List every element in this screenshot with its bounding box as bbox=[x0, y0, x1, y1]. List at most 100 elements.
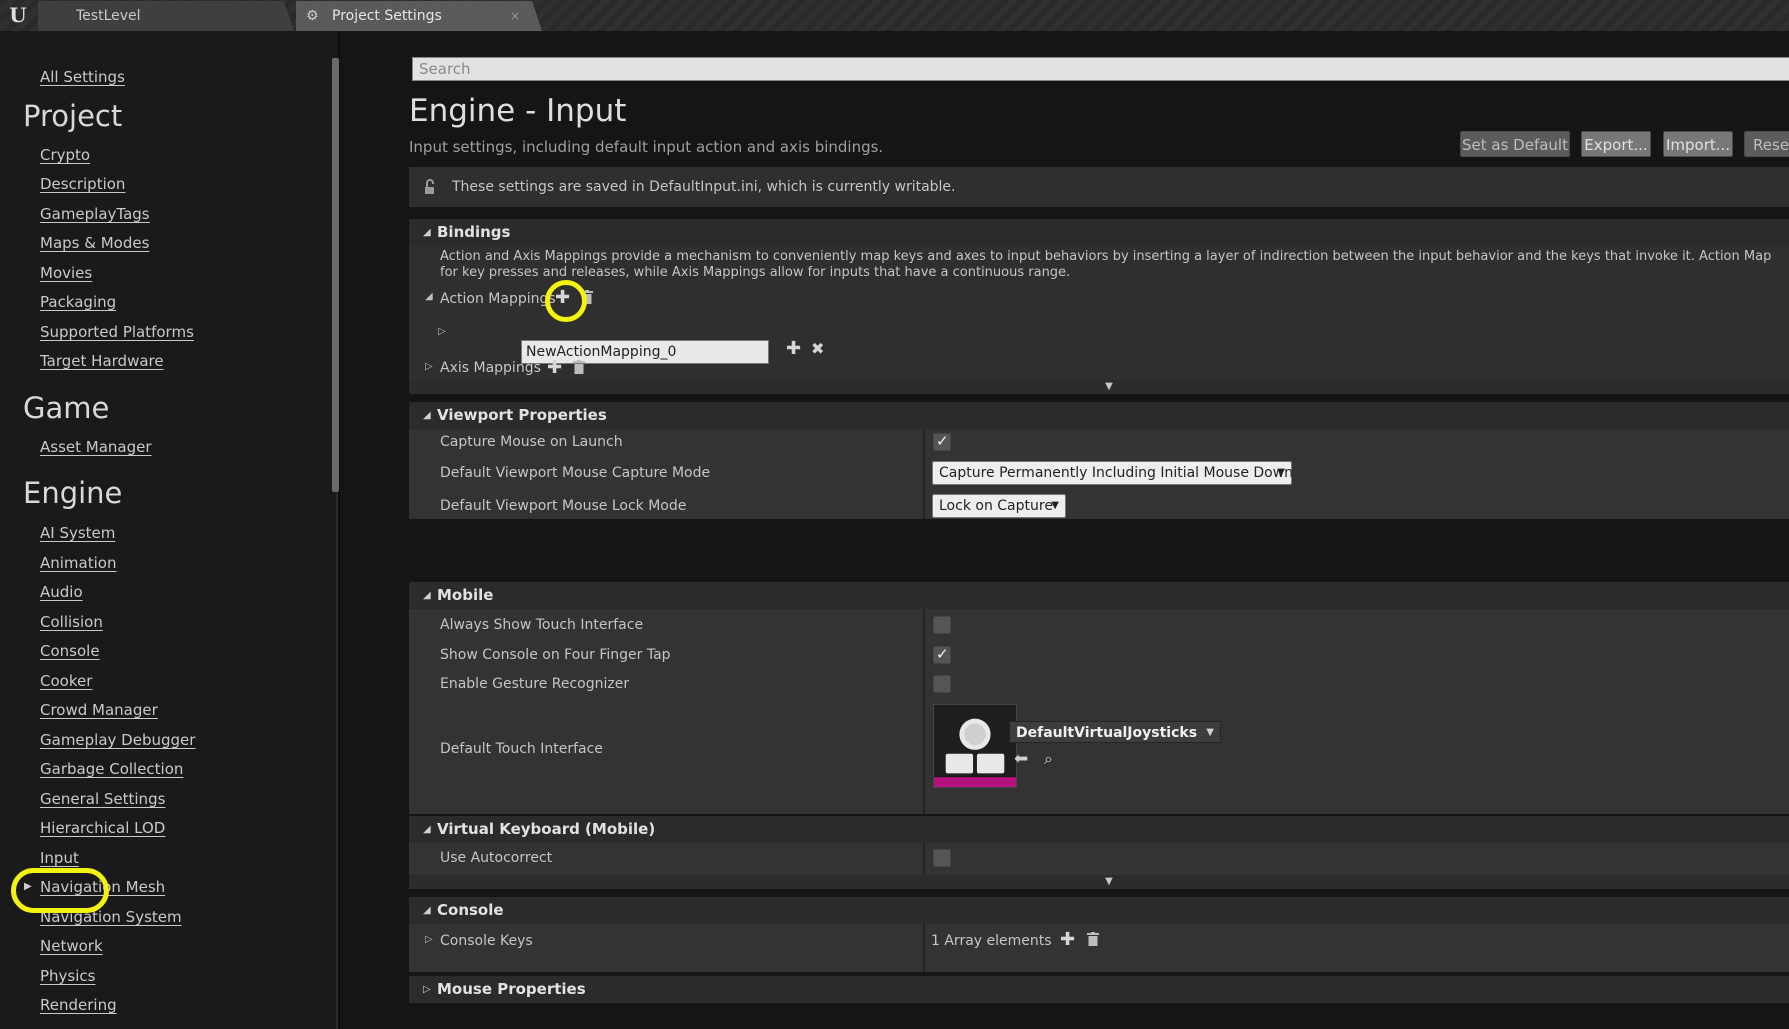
sidebar-item-packaging[interactable]: Packaging bbox=[40, 292, 116, 312]
expand-arrow-icon[interactable]: ▷ bbox=[425, 934, 433, 945]
sidebar-item-console[interactable]: Console bbox=[40, 641, 100, 661]
reset-button[interactable]: Reset bbox=[1744, 131, 1789, 157]
collapse-arrow-icon[interactable]: ◢ bbox=[425, 291, 433, 302]
sidebar-item-input[interactable]: Input bbox=[40, 848, 79, 868]
sidebar-item-asset-manager[interactable]: Asset Manager bbox=[40, 437, 152, 457]
sidebar-item-collision[interactable]: Collision bbox=[40, 612, 103, 632]
property-label: Console Keys bbox=[440, 933, 533, 949]
section-title: Mouse Properties bbox=[437, 980, 586, 998]
section-viewport-body: Capture Mouse on Launch Default Viewport… bbox=[409, 429, 1789, 519]
add-axis-mapping-icon[interactable]: ✚ bbox=[547, 359, 562, 377]
sidebar-item-all-settings[interactable]: All Settings bbox=[40, 67, 125, 87]
sidebar-heading-project: Project bbox=[23, 99, 123, 133]
sidebar-item-target-hardware[interactable]: Target Hardware bbox=[40, 351, 164, 371]
page-description: Input settings, including default input … bbox=[409, 138, 884, 156]
sidebar-item-ai-system[interactable]: AI System bbox=[40, 523, 115, 543]
expand-arrow-icon[interactable]: ▷ bbox=[425, 361, 433, 372]
trash-icon[interactable] bbox=[573, 360, 585, 374]
chevron-down-icon: ▼ bbox=[1051, 500, 1059, 511]
sidebar-item-audio[interactable]: Audio bbox=[40, 582, 83, 602]
mouse-capture-mode-dropdown[interactable]: Capture Permanently Including Initial Mo… bbox=[932, 461, 1293, 485]
settings-main-panel: Search Engine - Input Input settings, in… bbox=[342, 31, 1789, 1029]
sidebar-item-crowd-manager[interactable]: Crowd Manager bbox=[40, 700, 158, 720]
dropdown-value: DefaultVirtualJoysticks bbox=[1016, 725, 1198, 741]
property-label: Default Touch Interface bbox=[440, 741, 603, 757]
use-selected-arrow-icon[interactable]: ⬅ bbox=[1014, 749, 1028, 769]
sidebar-item-gameplay-debugger[interactable]: Gameplay Debugger bbox=[40, 730, 195, 750]
sidebar-scrollbar[interactable] bbox=[332, 58, 339, 492]
section-mobile-body: Always Show Touch Interface Show Console… bbox=[409, 609, 1789, 814]
use-autocorrect-checkbox[interactable] bbox=[933, 849, 951, 867]
bindings-advanced-toggle[interactable]: ▼ bbox=[409, 380, 1789, 394]
section-title: Viewport Properties bbox=[437, 406, 607, 424]
section-bindings-header[interactable]: ◢ Bindings bbox=[409, 219, 1789, 246]
add-action-highlight-circle bbox=[545, 280, 587, 322]
section-title: Virtual Keyboard (Mobile) bbox=[437, 820, 656, 838]
gesture-recognizer-checkbox[interactable] bbox=[933, 675, 951, 693]
set-as-default-button[interactable]: Set as Default bbox=[1460, 131, 1570, 157]
collapse-arrow-icon: ◢ bbox=[423, 905, 431, 916]
collapse-arrow-icon: ◢ bbox=[423, 410, 431, 421]
add-element-icon[interactable]: ✚ bbox=[1060, 931, 1075, 949]
chevron-down-icon: ▼ bbox=[1277, 467, 1285, 478]
column-divider bbox=[923, 429, 925, 519]
mouse-lock-mode-dropdown[interactable]: Lock on Capture ▼ bbox=[932, 494, 1066, 518]
sidebar-item-maps-modes[interactable]: Maps & Modes bbox=[40, 233, 149, 253]
close-icon[interactable]: × bbox=[510, 1, 520, 31]
sidebar-item-movies[interactable]: Movies bbox=[40, 263, 92, 283]
always-show-touch-checkbox[interactable] bbox=[933, 616, 951, 634]
sidebar-item-supported-platforms[interactable]: Supported Platforms bbox=[40, 322, 194, 342]
sidebar-item-physics[interactable]: Physics bbox=[40, 966, 95, 986]
tab-project-settings[interactable]: ⚙ Project Settings × bbox=[296, 1, 542, 31]
sidebar-item-rendering[interactable]: Rendering bbox=[40, 995, 117, 1015]
virtual-keyboard-advanced-toggle[interactable]: ▼ bbox=[409, 875, 1789, 889]
section-mouse-header[interactable]: ▷ Mouse Properties bbox=[409, 976, 1789, 1003]
console-four-finger-checkbox[interactable] bbox=[933, 645, 951, 664]
touch-interface-thumbnail[interactable] bbox=[933, 704, 1017, 788]
section-mobile-header[interactable]: ◢ Mobile bbox=[409, 582, 1789, 609]
sidebar-item-garbage-collection[interactable]: Garbage Collection bbox=[40, 759, 183, 779]
sidebar-item-general-settings[interactable]: General Settings bbox=[40, 789, 165, 809]
section-viewport-header[interactable]: ◢ Viewport Properties bbox=[409, 402, 1789, 429]
collapse-arrow-icon: ◢ bbox=[423, 227, 431, 238]
tab-bar: U TestLevel ⚙ Project Settings × bbox=[0, 0, 1789, 31]
page-title: Engine - Input bbox=[409, 93, 627, 129]
capture-mouse-checkbox[interactable] bbox=[933, 432, 951, 451]
tab-label: TestLevel bbox=[76, 8, 141, 24]
section-virtual-keyboard-header[interactable]: ◢ Virtual Keyboard (Mobile) bbox=[409, 816, 1789, 843]
trash-icon[interactable] bbox=[1087, 932, 1099, 946]
section-console-body: ▷ Console Keys 1 Array elements ✚ bbox=[409, 924, 1789, 972]
remove-mapping-icon[interactable]: ✖ bbox=[811, 340, 824, 358]
section-bindings-body: Action and Axis Mappings provide a mecha… bbox=[409, 246, 1789, 380]
section-title: Console bbox=[437, 901, 504, 919]
expand-arrow-icon[interactable]: ▷ bbox=[438, 326, 446, 337]
column-divider bbox=[923, 609, 925, 814]
sidebar-item-hierarchical-lod[interactable]: Hierarchical LOD bbox=[40, 818, 165, 838]
sidebar-heading-game: Game bbox=[23, 391, 110, 425]
unreal-logo-icon: U bbox=[9, 3, 27, 27]
property-label: Show Console on Four Finger Tap bbox=[440, 647, 671, 663]
expand-arrow-icon: ▷ bbox=[423, 984, 431, 995]
property-label: Default Viewport Mouse Capture Mode bbox=[440, 465, 711, 481]
bindings-description-line: for key presses and releases, while Axis… bbox=[440, 265, 1071, 280]
notice-text: These settings are saved in DefaultInput… bbox=[452, 179, 956, 195]
sidebar-item-crypto[interactable]: Crypto bbox=[40, 145, 90, 165]
sidebar-item-network[interactable]: Network bbox=[40, 936, 103, 956]
column-divider bbox=[923, 924, 925, 972]
tab-testlevel[interactable]: TestLevel bbox=[38, 1, 294, 31]
import-button[interactable]: Import... bbox=[1663, 131, 1733, 157]
touch-interface-asset-dropdown[interactable]: DefaultVirtualJoysticks ▼ bbox=[1009, 721, 1221, 743]
bindings-description: Action and Axis Mappings provide a mecha… bbox=[440, 249, 1771, 281]
collapse-arrow-icon: ◢ bbox=[423, 824, 431, 835]
browse-search-icon[interactable]: ⌕ bbox=[1044, 749, 1053, 769]
sidebar-item-description[interactable]: Description bbox=[40, 174, 125, 194]
property-label: Enable Gesture Recognizer bbox=[440, 676, 630, 692]
export-button[interactable]: Export... bbox=[1581, 131, 1651, 157]
sidebar-item-animation[interactable]: Animation bbox=[40, 553, 116, 573]
search-input[interactable]: Search bbox=[412, 57, 1789, 81]
section-console-header[interactable]: ◢ Console bbox=[409, 897, 1789, 924]
sidebar-item-gameplaytags[interactable]: GameplayTags bbox=[40, 204, 150, 224]
add-key-icon[interactable]: ✚ bbox=[786, 340, 801, 358]
sidebar-item-cooker[interactable]: Cooker bbox=[40, 671, 92, 691]
column-divider bbox=[923, 843, 925, 875]
